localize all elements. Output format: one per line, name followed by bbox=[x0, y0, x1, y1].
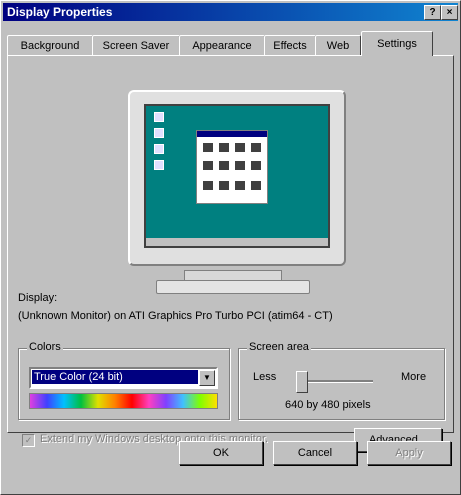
preview-item bbox=[219, 161, 229, 170]
monitor-base bbox=[156, 280, 310, 294]
tab-web[interactable]: Web bbox=[315, 35, 361, 56]
display-label: Display: bbox=[18, 292, 58, 304]
close-icon: × bbox=[446, 7, 453, 18]
close-button[interactable]: × bbox=[441, 5, 458, 20]
display-value: (Unknown Monitor) on ATI Graphics Pro Tu… bbox=[18, 310, 333, 322]
preview-window bbox=[196, 130, 268, 204]
colors-group: Colors True Color (24 bit) ▼ bbox=[18, 341, 230, 420]
preview-item bbox=[235, 181, 245, 190]
colors-select[interactable]: True Color (24 bit) ▼ bbox=[29, 367, 218, 389]
settings-page: Display: (Unknown Monitor) on ATI Graphi… bbox=[7, 55, 454, 452]
tab-appearance[interactable]: Appearance bbox=[179, 35, 265, 56]
display-properties-window: Display Properties ? × Background Screen… bbox=[0, 0, 461, 495]
cancel-button[interactable]: Cancel bbox=[273, 441, 357, 465]
color-spectrum bbox=[29, 393, 218, 409]
preview-item bbox=[219, 181, 229, 190]
preview-item bbox=[203, 143, 213, 152]
more-label: More bbox=[401, 371, 427, 383]
apply-button[interactable]: Apply bbox=[367, 441, 451, 465]
dropdown-arrow-icon[interactable]: ▼ bbox=[199, 370, 215, 386]
window-title: Display Properties bbox=[7, 5, 113, 19]
preview-taskbar bbox=[146, 238, 328, 246]
screen-area-group: Screen area Less More 640 by 480 pixels bbox=[238, 341, 445, 420]
screen-area-label: Screen area bbox=[247, 341, 311, 353]
colors-label: Colors bbox=[27, 341, 63, 353]
less-label: Less bbox=[253, 371, 277, 383]
resolution-text: 640 by 480 pixels bbox=[285, 399, 371, 411]
tab-background[interactable]: Background bbox=[7, 35, 93, 56]
tab-screen-saver[interactable]: Screen Saver bbox=[92, 35, 180, 56]
colors-selected-value: True Color (24 bit) bbox=[32, 370, 198, 384]
preview-window-titlebar bbox=[197, 131, 267, 137]
check-icon: ✓ bbox=[24, 435, 33, 445]
help-icon: ? bbox=[429, 7, 436, 18]
ok-button[interactable]: OK bbox=[179, 441, 263, 465]
preview-item bbox=[203, 181, 213, 190]
monitor-preview bbox=[128, 90, 346, 266]
desktop-icon bbox=[154, 160, 164, 170]
preview-item bbox=[203, 161, 213, 170]
tab-settings[interactable]: Settings bbox=[361, 31, 433, 56]
desktop-icon bbox=[154, 128, 164, 138]
preview-item bbox=[251, 181, 261, 190]
title-bar[interactable]: Display Properties ? × bbox=[3, 3, 458, 21]
preview-item bbox=[251, 161, 261, 170]
preview-item bbox=[219, 143, 229, 152]
screen-area-slider-thumb[interactable] bbox=[296, 371, 308, 393]
preview-item bbox=[235, 143, 245, 152]
preview-item bbox=[235, 161, 245, 170]
desktop-icon bbox=[154, 144, 164, 154]
monitor-screen bbox=[144, 104, 330, 248]
extend-checkbox[interactable]: ✓ bbox=[22, 434, 35, 447]
desktop-icon bbox=[154, 112, 164, 122]
tab-effects[interactable]: Effects bbox=[264, 35, 316, 56]
help-button[interactable]: ? bbox=[424, 5, 441, 20]
preview-item bbox=[251, 143, 261, 152]
screen-area-slider-track[interactable] bbox=[297, 380, 373, 383]
